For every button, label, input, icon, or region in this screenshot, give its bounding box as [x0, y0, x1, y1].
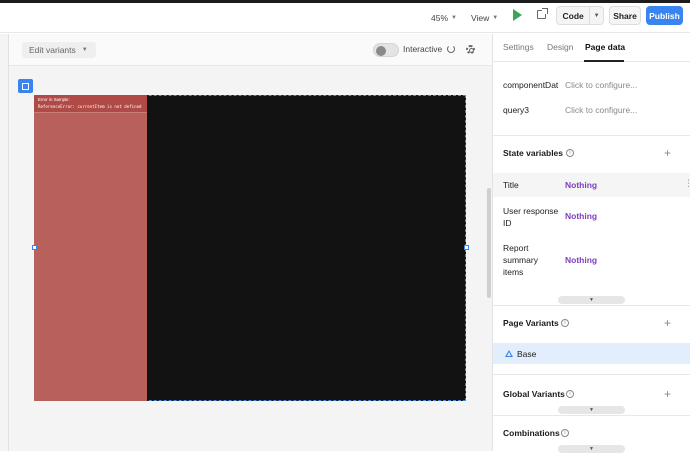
chevron-down-icon: ▼ [451, 15, 457, 21]
expand-section-button[interactable]: ▼ [558, 406, 625, 414]
query-configure-link[interactable]: Click to configure... [565, 105, 637, 115]
error-title: Error in Sample: [38, 97, 70, 102]
info-icon[interactable]: i [561, 319, 569, 327]
active-tab-indicator [584, 60, 624, 62]
state-variable-name: User response ID [503, 206, 559, 228]
tab-settings[interactable]: Settings [503, 42, 534, 52]
share-button[interactable]: Share [609, 6, 641, 25]
chevron-down-icon: ▼ [492, 15, 499, 21]
gear-icon[interactable] [466, 45, 475, 54]
publish-button[interactable]: Publish [646, 6, 683, 25]
page-variants-title: Page Variants [503, 318, 559, 328]
rotate-icon[interactable] [447, 45, 455, 53]
info-icon[interactable]: i [566, 390, 574, 398]
resize-handle-right[interactable] [463, 245, 469, 250]
play-preview-icon[interactable] [513, 9, 522, 21]
section-divider [493, 135, 690, 136]
info-icon[interactable]: i [561, 429, 569, 437]
state-variable-value[interactable]: Nothing [565, 255, 597, 265]
add-state-variable-icon[interactable]: + [664, 147, 671, 159]
view-dropdown[interactable]: View ▼ [471, 3, 498, 33]
interactive-label: Interactive [403, 44, 443, 54]
tab-page-data[interactable]: Page data [585, 42, 625, 52]
tab-design[interactable]: Design [547, 42, 573, 52]
expand-section-button[interactable]: ▼ [558, 296, 625, 304]
state-variable-value[interactable]: Nothing [565, 180, 597, 190]
zoom-value: 45% [431, 13, 449, 23]
section-divider [493, 415, 690, 416]
add-page-variant-icon[interactable]: + [664, 317, 671, 329]
frame-icon[interactable] [18, 79, 33, 93]
global-variants-title: Global Variants [503, 389, 565, 399]
code-button[interactable]: Code ▼ [556, 6, 604, 25]
zoom-dropdown[interactable]: 45% ▼ [431, 3, 457, 33]
state-variable-name: Report summary items [503, 243, 538, 277]
query-name: componentDat [503, 80, 559, 90]
state-variable-name: Title [503, 180, 519, 190]
state-variables-title: State variables [503, 148, 564, 158]
base-variant-label: Base [517, 349, 537, 359]
canvas-scrollbar[interactable] [487, 188, 491, 298]
error-panel [34, 95, 147, 401]
section-divider [493, 374, 690, 375]
chevron-down-icon[interactable]: ▼ [589, 7, 603, 24]
interactive-toggle[interactable] [373, 43, 399, 57]
edit-variants-button[interactable]: Edit variants ▼ [22, 42, 96, 58]
view-label: View [471, 13, 490, 23]
add-global-variant-icon[interactable]: + [664, 388, 671, 400]
triangle-icon [505, 350, 513, 357]
error-message: ReferenceError: currentItem is not defin… [38, 103, 142, 109]
expand-section-button[interactable]: ▼ [558, 445, 625, 453]
chevron-down-icon: ▼ [81, 47, 88, 53]
more-options-icon[interactable]: ⋮ [684, 179, 690, 188]
resize-handle-left[interactable] [31, 245, 37, 250]
info-icon[interactable]: i [566, 149, 574, 157]
combinations-title: Combinations [503, 428, 560, 438]
section-divider [493, 305, 690, 306]
code-button-label[interactable]: Code [557, 7, 589, 24]
toggle-knob [376, 45, 386, 56]
canvas-left-gutter [8, 34, 9, 451]
edit-variants-label: Edit variants [29, 45, 76, 55]
state-variable-value[interactable]: Nothing [565, 211, 597, 221]
query-name: query3 [503, 105, 529, 115]
open-external-icon[interactable] [537, 8, 548, 19]
query-configure-link[interactable]: Click to configure... [565, 80, 637, 90]
